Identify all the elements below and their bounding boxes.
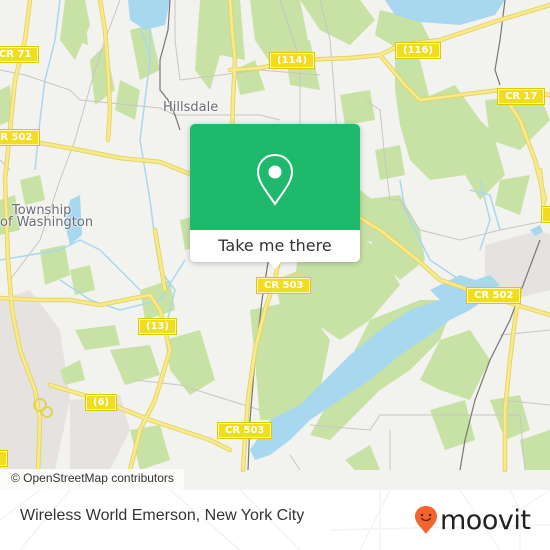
road-shield-cr503-north: CR 503 — [255, 277, 312, 294]
place-label-of-washington: of Washington — [0, 215, 94, 230]
moovit-wordmark: moovit — [440, 504, 531, 536]
location-title: Wireless World Emerson, New York City — [20, 507, 305, 524]
take-me-there-button[interactable]: Take me there — [190, 230, 360, 262]
moovit-pin-icon — [415, 506, 437, 534]
road-shield-cr503-south: CR 503 — [216, 422, 273, 439]
road-shield-cr17: CR 17 — [496, 88, 546, 105]
place-label-hillsdale: Hillsdale — [163, 100, 219, 115]
road-shield-13: (13) — [137, 318, 178, 335]
road-shield-116: (116) — [394, 42, 442, 59]
popup-pointer — [268, 261, 282, 269]
location-popup[interactable]: Take me there — [190, 124, 360, 269]
popup-header[interactable] — [190, 124, 360, 230]
road-shield-partial-west — [0, 450, 9, 467]
road-shield-partial-east — [540, 206, 550, 223]
footer-bar: Wireless World Emerson, New York City mo… — [0, 490, 550, 550]
map-canvas[interactable]: Hillsdale Township of Washington CR 71 (… — [0, 0, 550, 490]
road-shield-cr502-east: CR 502 — [465, 287, 522, 304]
road-shield-6: (6) — [84, 394, 118, 411]
map-pin-icon — [256, 153, 294, 206]
map-widget: Hillsdale Township of Washington CR 71 (… — [0, 0, 550, 550]
road-shield-cr502-west: CR 502 — [0, 129, 41, 146]
map-attribution[interactable]: © OpenStreetMap contributors — [0, 469, 184, 490]
moovit-logo[interactable]: moovit — [414, 498, 531, 542]
road-shield-cr71: CR 71 — [0, 46, 40, 63]
road-shield-114: (114) — [268, 52, 316, 69]
